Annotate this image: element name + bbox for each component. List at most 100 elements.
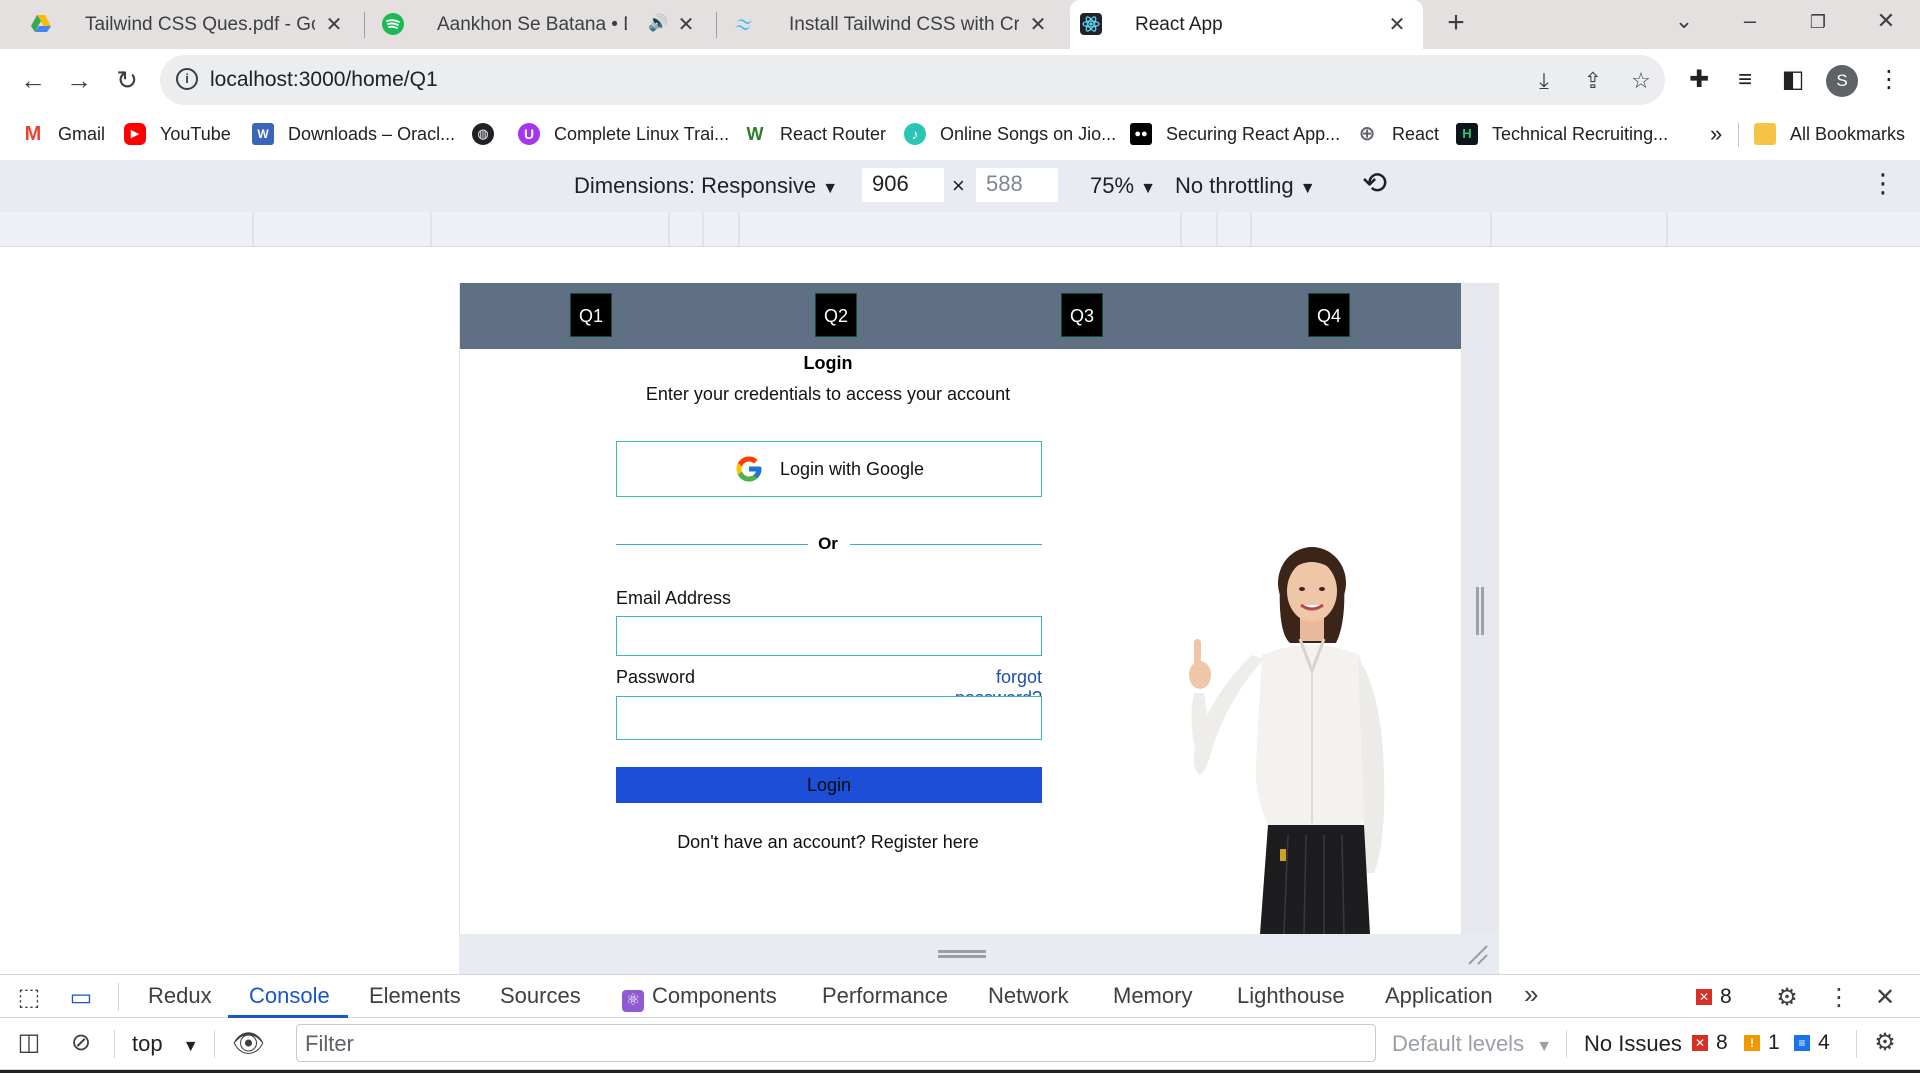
bookmarks-overflow-button[interactable]: » bbox=[1710, 120, 1722, 148]
tab-tailwind-pdf[interactable]: Tailwind CSS Ques.pdf - Google ✕ bbox=[20, 0, 360, 49]
bookmark-linux-training[interactable]: U Complete Linux Trai... bbox=[518, 120, 729, 148]
close-tab-icon[interactable]: ✕ bbox=[1026, 12, 1050, 37]
dimensions-label: Dimensions: Responsive bbox=[574, 173, 817, 198]
email-field[interactable] bbox=[616, 616, 1042, 656]
devtools-tab-components[interactable]: ⚛ Components bbox=[622, 983, 777, 1012]
clear-console-icon[interactable]: ⊘ bbox=[66, 1028, 96, 1058]
error-icon: ✕ bbox=[1692, 1035, 1708, 1051]
nav-q4-button[interactable]: Q4 bbox=[1308, 293, 1350, 337]
more-tabs-button[interactable]: » bbox=[1524, 979, 1538, 1010]
google-login-button[interactable]: Login with Google bbox=[616, 441, 1042, 497]
url-text[interactable]: localhost:3000/home/Q1 bbox=[210, 68, 438, 92]
window-bottom-edge bbox=[0, 1070, 1920, 1080]
console-settings-gear-icon[interactable]: ⚙ bbox=[1870, 1028, 1900, 1058]
log-levels-select[interactable]: Default levels ▼ bbox=[1392, 1031, 1552, 1057]
register-prompt[interactable]: Don't have an account? Register here bbox=[460, 832, 1196, 853]
tab-tailwind-install[interactable]: Install Tailwind CSS with Create R ✕ bbox=[724, 0, 1064, 49]
bookmark-securing-react[interactable]: ●● Securing React App... bbox=[1130, 120, 1340, 148]
media-query-tick bbox=[1666, 212, 1668, 246]
close-devtools-icon[interactable]: ✕ bbox=[1870, 983, 1900, 1013]
login-button[interactable]: Login bbox=[616, 767, 1042, 803]
live-expression-eye-icon[interactable]: 👁 bbox=[232, 1028, 265, 1058]
issues-error-badge[interactable]: ✕ 8 bbox=[1692, 1031, 1728, 1055]
hackerrank-icon: H bbox=[1456, 123, 1478, 145]
tab-react-app[interactable]: React App ✕ bbox=[1070, 0, 1423, 49]
forward-icon[interactable]: → bbox=[62, 63, 96, 97]
media-query-tick bbox=[1250, 212, 1252, 246]
inspect-element-icon[interactable]: ⬚ bbox=[14, 983, 44, 1013]
bookmark-technical-recruiting[interactable]: H Technical Recruiting... bbox=[1456, 120, 1668, 148]
bookmark-react-router[interactable]: W React Router bbox=[744, 120, 886, 148]
nav-q3-button[interactable]: Q3 bbox=[1061, 293, 1103, 337]
close-window-icon[interactable]: ✕ bbox=[1866, 8, 1906, 34]
resize-handle-icon[interactable] bbox=[938, 950, 986, 958]
throttling-select[interactable]: No throttling ▼ bbox=[1175, 173, 1316, 199]
tab-search-icon[interactable]: ⌄ bbox=[1664, 8, 1704, 34]
viewport-bottom-gutter[interactable] bbox=[459, 934, 1499, 974]
error-count-badge[interactable]: ✕ 8 bbox=[1696, 985, 1732, 1009]
bookmark-oracle[interactable]: W Downloads – Oracl... bbox=[252, 120, 455, 148]
device-toggle-icon[interactable]: ▭ bbox=[66, 983, 96, 1013]
viewport-resize-gutter[interactable] bbox=[1461, 283, 1499, 934]
devtools-tab-console[interactable]: Console bbox=[249, 983, 330, 1009]
issues-label[interactable]: No Issues bbox=[1584, 1031, 1682, 1057]
media-query-bar[interactable] bbox=[0, 212, 1920, 247]
bookmark-jiosaavn[interactable]: ♪ Online Songs on Jio... bbox=[904, 120, 1116, 148]
dimensions-select[interactable]: Dimensions: Responsive ▼ bbox=[574, 173, 838, 199]
devtools-tab-application[interactable]: Application bbox=[1385, 983, 1493, 1009]
bookmark-label: Gmail bbox=[58, 123, 106, 144]
devtools-tab-network[interactable]: Network bbox=[988, 983, 1069, 1009]
minimize-icon[interactable]: – bbox=[1730, 8, 1770, 34]
issues-info-badge[interactable]: ≡ 4 bbox=[1794, 1031, 1830, 1055]
bookmark-globe[interactable]: ◍ bbox=[472, 120, 508, 148]
close-tab-icon[interactable]: ✕ bbox=[322, 12, 346, 37]
console-filter-input[interactable]: Filter bbox=[296, 1024, 1376, 1062]
nav-q1-button[interactable]: Q1 bbox=[570, 293, 612, 337]
site-info-icon[interactable]: i bbox=[176, 68, 198, 90]
reload-icon[interactable]: ↻ bbox=[110, 63, 144, 97]
settings-gear-icon[interactable]: ⚙ bbox=[1772, 983, 1802, 1013]
speaker-icon[interactable]: 🔊 bbox=[648, 13, 668, 33]
nav-q2-button[interactable]: Q2 bbox=[815, 293, 857, 337]
devtools-tab-redux[interactable]: Redux bbox=[148, 983, 212, 1009]
profile-avatar[interactable]: S bbox=[1826, 65, 1858, 97]
corner-resize-icon[interactable] bbox=[1467, 944, 1489, 966]
zoom-select[interactable]: 75% ▼ bbox=[1090, 173, 1156, 199]
bookmark-gmail[interactable]: M Gmail bbox=[22, 120, 105, 148]
extensions-icon[interactable]: ✚ bbox=[1684, 65, 1714, 95]
warning-count: 1 bbox=[1768, 1031, 1780, 1054]
back-icon[interactable]: ← bbox=[16, 63, 50, 97]
tab-spotify[interactable]: Aankhon Se Batana • Diksha 🔊 ✕ bbox=[372, 0, 712, 49]
question-nav: Q1 Q2 Q3 Q4 bbox=[460, 283, 1461, 349]
all-bookmarks-button[interactable]: All Bookmarks bbox=[1754, 120, 1905, 148]
close-tab-icon[interactable]: ✕ bbox=[1385, 12, 1409, 37]
password-field[interactable] bbox=[616, 696, 1042, 740]
close-tab-icon[interactable]: ✕ bbox=[674, 12, 698, 37]
install-app-icon[interactable]: ⤓ bbox=[1531, 68, 1557, 94]
sidebar-toggle-icon[interactable]: ◫ bbox=[14, 1028, 44, 1058]
devtools-tab-lighthouse[interactable]: Lighthouse bbox=[1237, 983, 1345, 1009]
restore-icon[interactable]: ❐ bbox=[1798, 12, 1838, 33]
issues-warning-badge[interactable]: ! 1 bbox=[1744, 1031, 1780, 1055]
new-tab-icon[interactable]: + bbox=[1436, 6, 1476, 40]
menu-icon[interactable]: ⋮ bbox=[1874, 65, 1904, 95]
devtools-tab-performance[interactable]: Performance bbox=[822, 983, 948, 1009]
bookmark-star-icon[interactable]: ☆ bbox=[1628, 68, 1654, 94]
rotate-icon[interactable]: ⟲ bbox=[1362, 166, 1387, 201]
devtools-menu-icon[interactable]: ⋮ bbox=[1824, 983, 1854, 1013]
side-panel-icon[interactable]: ◧ bbox=[1778, 65, 1808, 95]
devtools-tab-elements[interactable]: Elements bbox=[369, 983, 461, 1009]
device-menu-icon[interactable]: ⋮ bbox=[1870, 168, 1896, 199]
address-bar[interactable]: i localhost:3000/home/Q1 ⤓ ⇪ ☆ bbox=[160, 55, 1665, 105]
context-select[interactable]: top ▼ bbox=[132, 1031, 199, 1057]
media-controls-icon[interactable]: ≡ bbox=[1730, 65, 1760, 95]
width-input[interactable]: 906 bbox=[862, 168, 944, 202]
bookmark-youtube[interactable]: ▶ YouTube bbox=[124, 120, 231, 148]
bookmark-react[interactable]: ⊕ React bbox=[1356, 120, 1439, 148]
devtools-tab-sources[interactable]: Sources bbox=[500, 983, 581, 1009]
resize-handle-icon[interactable] bbox=[1476, 587, 1484, 635]
devtools-tab-memory[interactable]: Memory bbox=[1113, 983, 1192, 1009]
oracle-icon: W bbox=[252, 123, 274, 145]
height-input[interactable]: 588 bbox=[976, 168, 1058, 202]
share-icon[interactable]: ⇪ bbox=[1580, 68, 1606, 94]
